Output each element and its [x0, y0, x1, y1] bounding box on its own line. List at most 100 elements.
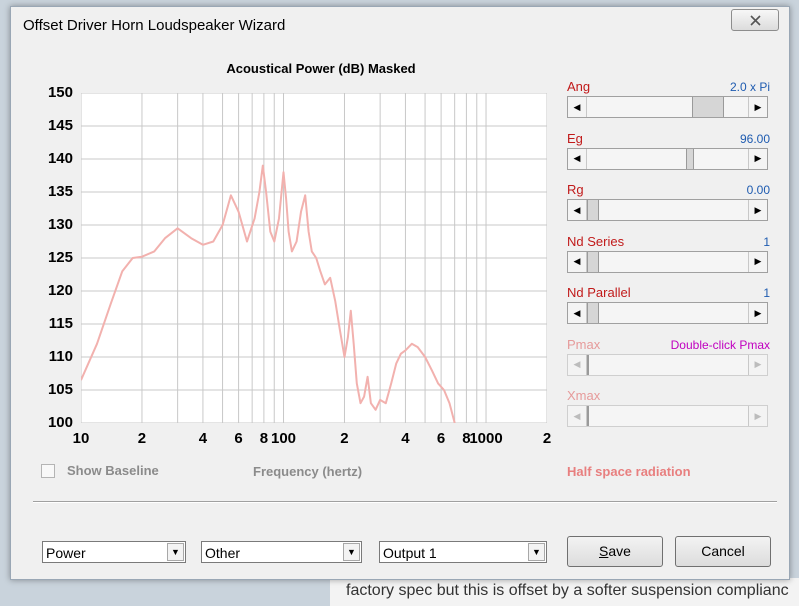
divider: [33, 501, 777, 503]
y-tick-label: 105: [47, 381, 73, 398]
arrow-right-icon[interactable]: ▶: [748, 354, 767, 375]
title-bar[interactable]: Offset Driver Horn Loudspeaker Wizard: [11, 7, 789, 45]
param-label-xmax: Xmax: [567, 388, 601, 403]
plot-area: [80, 92, 548, 424]
arrow-left-icon[interactable]: ◀: [568, 303, 587, 323]
slider-thumb[interactable]: [587, 354, 589, 375]
arrow-left-icon[interactable]: ◀: [568, 406, 587, 426]
y-tick-label: 120: [47, 282, 73, 299]
slider-pmax[interactable]: ◀ ▶: [567, 353, 768, 376]
arrow-right-icon[interactable]: ▶: [748, 251, 767, 272]
param-value-rg: 0.00: [746, 183, 770, 197]
show-baseline-label: Show Baseline: [67, 463, 159, 478]
chevron-down-icon[interactable]: ▼: [528, 543, 545, 561]
slider-xmax[interactable]: ◀ ▶: [567, 405, 768, 427]
y-tick-label: 110: [48, 348, 73, 365]
y-tick-label: 115: [48, 315, 73, 332]
arrow-left-icon[interactable]: ◀: [568, 200, 587, 220]
slider-thumb[interactable]: [587, 251, 599, 272]
x-tick-label: 2: [542, 430, 552, 447]
slider-thumb[interactable]: [692, 97, 724, 117]
y-tick-label: 140: [47, 150, 73, 167]
param-label-pmax: Pmax: [567, 336, 601, 352]
x-tick-label: 1000: [469, 430, 503, 447]
slider-ang[interactable]: ◀ ▶: [567, 96, 768, 118]
secondary-mode-value: Other: [205, 545, 241, 561]
show-baseline-control[interactable]: Show Baseline: [41, 463, 159, 478]
arrow-right-icon[interactable]: ▶: [748, 303, 767, 323]
slider-track[interactable]: [587, 251, 748, 272]
arrow-right-icon[interactable]: ▶: [748, 148, 767, 169]
param-label-rg: Rg: [567, 182, 584, 197]
slider-thumb[interactable]: [587, 303, 599, 323]
param-value-eg: 96.00: [739, 131, 770, 146]
x-axis-label: Frequency (hertz): [253, 464, 363, 479]
display-mode-value: Power: [46, 545, 86, 561]
display-mode-select[interactable]: Power ▼: [42, 541, 186, 563]
secondary-mode-select[interactable]: Other ▼: [201, 541, 362, 563]
param-value-ang: 2.0 x Pi: [729, 80, 770, 94]
x-tick-label: 4: [401, 430, 410, 447]
chart-series: [80, 164, 456, 424]
param-label-nd-parallel: Nd Parallel: [567, 285, 631, 300]
save-label-rest: ave: [608, 543, 631, 559]
arrow-left-icon[interactable]: ◀: [568, 354, 587, 375]
param-label-nd-series: Nd Series: [567, 233, 625, 249]
y-tick-label: 100: [47, 414, 73, 431]
show-baseline-checkbox[interactable]: [41, 463, 55, 478]
chart-grid: [80, 92, 548, 424]
x-tick-label: 2: [137, 430, 147, 447]
close-button[interactable]: [731, 9, 779, 31]
x-tick-label: 10: [72, 430, 90, 447]
slider-thumb[interactable]: [587, 200, 599, 220]
slider-track[interactable]: [587, 406, 748, 426]
x-tick-label: 2: [340, 430, 349, 447]
y-tick-label: 130: [47, 216, 73, 233]
slider-track[interactable]: [587, 354, 748, 375]
y-tick-label: 125: [47, 249, 73, 266]
save-label-accel: S: [599, 543, 609, 559]
param-value-pmax[interactable]: Double-click Pmax: [671, 338, 770, 352]
slider-thumb[interactable]: [587, 406, 589, 426]
param-value-nd-series: 1: [763, 234, 770, 249]
output-value: Output 1: [383, 545, 437, 561]
power-curve: [80, 164, 456, 424]
x-tick-label: 8: [259, 430, 269, 447]
y-tick-label: 150: [47, 84, 73, 101]
arrow-left-icon[interactable]: ◀: [568, 251, 587, 272]
slider-nd-series[interactable]: ◀ ▶: [567, 250, 768, 273]
radiation-mode-label[interactable]: Half space radiation: [567, 464, 691, 479]
arrow-left-icon[interactable]: ◀: [568, 148, 587, 169]
arrow-right-icon[interactable]: ▶: [748, 200, 767, 220]
slider-eg[interactable]: ◀ ▶: [567, 147, 768, 170]
dialog-client-area: Acoustical Power (dB) Masked 100 105 110 11…: [11, 45, 789, 579]
power-chart: [80, 92, 548, 424]
arrow-left-icon[interactable]: ◀: [568, 97, 587, 117]
chevron-down-icon[interactable]: ▼: [343, 543, 360, 561]
chart-title: Acoustical Power (dB) Masked: [226, 61, 416, 76]
slider-nd-parallel[interactable]: ◀ ▶: [567, 302, 768, 324]
background-document-text: factory spec but this is offset by a sof…: [330, 578, 799, 606]
arrow-right-icon[interactable]: ▶: [748, 406, 767, 426]
param-label-ang: Ang: [567, 79, 591, 94]
slider-track[interactable]: [587, 97, 748, 117]
x-tick-label: 6: [436, 430, 446, 447]
slider-track[interactable]: [587, 148, 748, 169]
slider-track[interactable]: [587, 200, 748, 220]
arrow-right-icon[interactable]: ▶: [748, 97, 767, 117]
cancel-button[interactable]: Cancel: [675, 536, 771, 567]
x-tick-label: 100: [271, 430, 297, 447]
slider-thumb[interactable]: [686, 148, 694, 169]
save-button[interactable]: Save: [567, 536, 663, 567]
y-tick-label: 145: [47, 117, 73, 134]
slider-rg[interactable]: ◀ ▶: [567, 199, 768, 221]
x-tick-label: 4: [198, 430, 208, 447]
y-tick-label: 135: [47, 183, 73, 200]
chevron-down-icon[interactable]: ▼: [167, 543, 184, 561]
param-label-eg: Eg: [567, 130, 583, 146]
slider-track[interactable]: [587, 303, 748, 323]
param-value-nd-parallel: 1: [763, 286, 770, 300]
x-tick-label: 6: [234, 430, 243, 447]
window-title: Offset Driver Horn Loudspeaker Wizard: [23, 17, 286, 34]
output-select[interactable]: Output 1 ▼: [379, 541, 547, 563]
